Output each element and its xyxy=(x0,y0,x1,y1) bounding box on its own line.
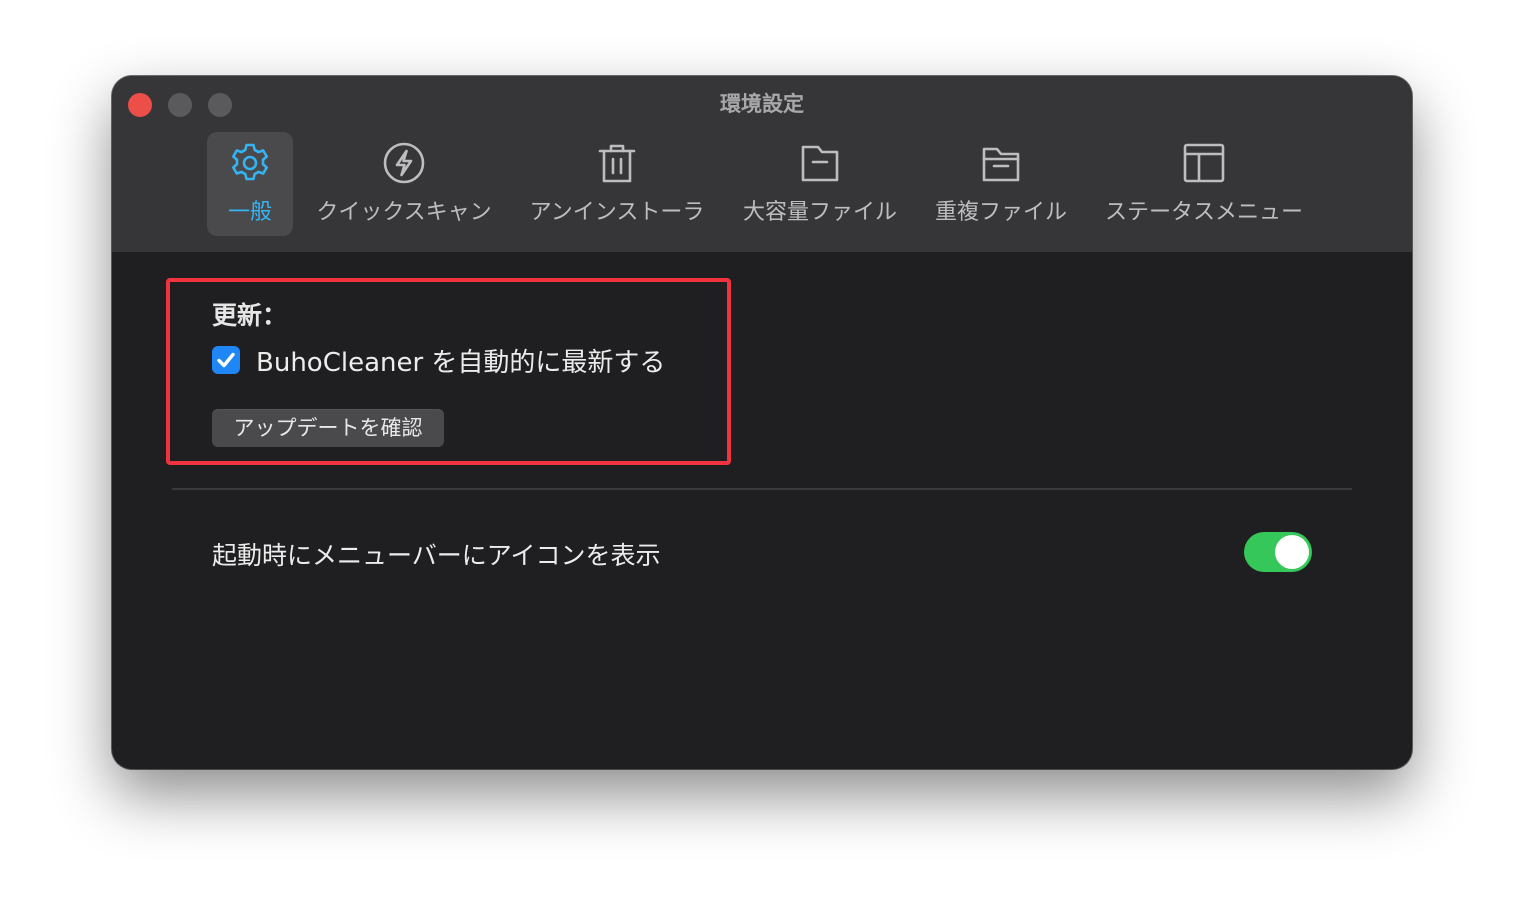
auto-update-checkbox[interactable] xyxy=(212,346,240,374)
tab-status-menu[interactable]: ステータスメニュー xyxy=(1098,132,1310,236)
titlebar-toolbar: 環境設定 一般 クイックスキャン アンインストーラ 大容量ファイル 重複ファイル… xyxy=(112,76,1412,252)
tab-quick-scan[interactable]: クイックスキャン xyxy=(312,132,496,236)
check-for-updates-button[interactable]: アップデートを確認 xyxy=(212,409,444,447)
tab-large-files[interactable]: 大容量ファイル xyxy=(738,132,902,236)
section-divider xyxy=(172,488,1352,490)
folder-icon xyxy=(798,141,842,185)
tab-general[interactable]: 一般 xyxy=(207,132,293,236)
gear-icon xyxy=(228,141,272,185)
tab-label: 重複ファイル xyxy=(934,200,1067,225)
tab-label: クイックスキャン xyxy=(316,200,492,225)
preferences-window: 環境設定 一般 クイックスキャン アンインストーラ 大容量ファイル 重複ファイル… xyxy=(112,76,1412,769)
checkmark-icon xyxy=(217,352,235,368)
window-title: 環境設定 xyxy=(720,92,804,116)
auto-update-label[interactable]: BuhoCleaner を自動的に最新する xyxy=(256,342,665,379)
tab-label: 一般 xyxy=(227,200,272,225)
toggle-knob xyxy=(1275,535,1309,569)
lightning-icon xyxy=(382,141,426,185)
update-section-label: 更新： xyxy=(212,301,288,330)
tab-label: 大容量ファイル xyxy=(742,200,897,225)
layout-panel-icon xyxy=(1182,141,1226,185)
show-menubar-icon-toggle[interactable] xyxy=(1244,532,1312,572)
tab-duplicate-files[interactable]: 重複ファイル xyxy=(930,132,1072,236)
tab-label: ステータスメニュー xyxy=(1104,200,1303,225)
tab-label: アンインストーラ xyxy=(529,200,705,225)
folders-icon xyxy=(979,141,1023,185)
trash-icon xyxy=(595,141,639,185)
show-menubar-icon-label: 起動時にメニューバーにアイコンを表示 xyxy=(212,541,661,570)
tab-uninstaller[interactable]: アンインストーラ xyxy=(524,132,710,236)
